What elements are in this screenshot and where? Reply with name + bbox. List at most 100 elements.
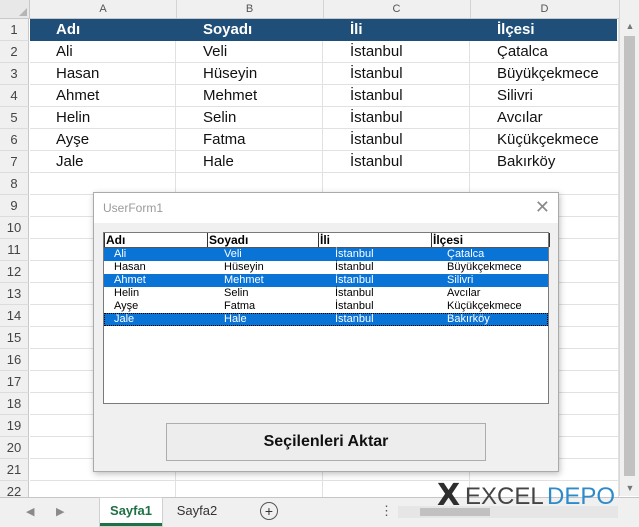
- close-icon[interactable]: ✕: [535, 197, 550, 217]
- row-header-8[interactable]: 8: [0, 173, 29, 195]
- data-cell[interactable]: Mehmet: [203, 87, 257, 104]
- cell[interactable]: [30, 41, 176, 63]
- data-cell[interactable]: İstanbul: [350, 65, 403, 82]
- listbox-row[interactable]: Helin Selin İstanbul Avcılar: [104, 287, 548, 300]
- listbox-cell: Fatma: [224, 300, 256, 312]
- row-header-7[interactable]: 7: [0, 151, 29, 173]
- row-header-6[interactable]: 6: [0, 129, 29, 151]
- row-header-5[interactable]: 5: [0, 107, 29, 129]
- cell[interactable]: [30, 107, 176, 129]
- data-cell[interactable]: İstanbul: [350, 109, 403, 126]
- row-header-18[interactable]: 18: [0, 393, 29, 415]
- data-cell[interactable]: Selin: [203, 109, 236, 126]
- listbox-cell: Bakırköy: [447, 313, 490, 325]
- data-cell[interactable]: Çatalca: [497, 43, 548, 60]
- cell[interactable]: [30, 151, 176, 173]
- plus-circle-icon[interactable]: +: [260, 502, 278, 520]
- listbox-cell: Veli: [224, 248, 242, 260]
- listbox-cell: Ayşe: [114, 300, 139, 312]
- listbox-row[interactable]: Ahmet Mehmet İstanbul Silivri: [104, 274, 548, 287]
- tab-scroll-right-icon[interactable]: ▶: [56, 505, 64, 518]
- select-all-corner[interactable]: [0, 0, 30, 18]
- listbox-row[interactable]: Ali Veli İstanbul Çatalca: [104, 248, 548, 261]
- data-cell[interactable]: İstanbul: [350, 43, 403, 60]
- cell[interactable]: [176, 41, 323, 63]
- row-header-3[interactable]: 3: [0, 63, 29, 85]
- listbox-row[interactable]: Hasan Hüseyin İstanbul Büyükçekmece: [104, 261, 548, 274]
- vertical-scrollbar[interactable]: ▲ ▼: [619, 18, 639, 496]
- listbox-cell: Selin: [224, 287, 249, 299]
- header-cell-soyadi[interactable]: Soyadı: [203, 21, 252, 38]
- row-header-12[interactable]: 12: [0, 261, 29, 283]
- listbox-cell: Hüseyin: [224, 261, 264, 273]
- userform-title: UserForm1: [103, 201, 164, 215]
- data-cell[interactable]: İstanbul: [350, 87, 403, 104]
- data-cell[interactable]: Hüseyin: [203, 65, 257, 82]
- data-cell[interactable]: Küçükçekmece: [497, 131, 599, 148]
- data-cell[interactable]: Hale: [203, 153, 234, 170]
- listbox-row[interactable]: Jale Hale İstanbul Bakırköy: [104, 313, 548, 326]
- header-cell-ili[interactable]: İli: [350, 21, 363, 38]
- tab-scroll-left-icon[interactable]: ◀: [26, 505, 34, 518]
- data-cell[interactable]: İstanbul: [350, 153, 403, 170]
- more-dots-icon[interactable]: ⋮: [380, 503, 393, 519]
- data-cell[interactable]: Ahmet: [56, 87, 99, 104]
- data-cell[interactable]: Ayşe: [56, 131, 89, 148]
- data-cell[interactable]: Bakırköy: [497, 153, 555, 170]
- data-cell[interactable]: Avcılar: [497, 109, 543, 126]
- row-header-1[interactable]: 1: [0, 19, 29, 41]
- listbox-cell: Silivri: [447, 274, 474, 286]
- cell[interactable]: [470, 85, 619, 107]
- row-header-21[interactable]: 21: [0, 459, 29, 481]
- header-cell-ilcesi[interactable]: İlçesi: [497, 21, 535, 38]
- column-header-b[interactable]: B: [176, 0, 324, 18]
- cell[interactable]: [30, 85, 176, 107]
- row-header-17[interactable]: 17: [0, 371, 29, 393]
- row-header-19[interactable]: 19: [0, 415, 29, 437]
- row-header-14[interactable]: 14: [0, 305, 29, 327]
- data-cell[interactable]: Veli: [203, 43, 227, 60]
- cell[interactable]: [176, 151, 323, 173]
- listbox-header: Adı Soyadı İli İlçesi: [104, 233, 550, 248]
- tab-sayfa2[interactable]: Sayfa2: [166, 498, 228, 523]
- header-cell-adi[interactable]: Adı: [56, 21, 80, 38]
- row-header-4[interactable]: 4: [0, 85, 29, 107]
- data-cell[interactable]: Jale: [56, 153, 84, 170]
- row-header-10[interactable]: 10: [0, 217, 29, 239]
- data-cell[interactable]: İstanbul: [350, 131, 403, 148]
- data-cell[interactable]: Hasan: [56, 65, 99, 82]
- data-cell[interactable]: Helin: [56, 109, 90, 126]
- scroll-down-arrow-icon[interactable]: ▼: [620, 480, 639, 496]
- listbox[interactable]: Adı Soyadı İli İlçesi Ali Veli İstanbul Çat…: [103, 232, 550, 404]
- row-header-16[interactable]: 16: [0, 349, 29, 371]
- logo-x-mark: X: [437, 478, 461, 513]
- listbox-row[interactable]: Ayşe Fatma İstanbul Küçükçekmece: [104, 300, 548, 313]
- row-header-11[interactable]: 11: [0, 239, 29, 261]
- cell[interactable]: [176, 107, 323, 129]
- column-header-c[interactable]: C: [323, 0, 471, 18]
- column-header-d[interactable]: D: [470, 0, 620, 18]
- tab-sayfa1[interactable]: Sayfa1: [100, 498, 162, 526]
- listbox-header-soyadi: Soyadı: [207, 233, 318, 247]
- row-header-13[interactable]: 13: [0, 283, 29, 305]
- row-header-15[interactable]: 15: [0, 327, 29, 349]
- cell[interactable]: [470, 107, 619, 129]
- aktar-button[interactable]: Seçilenleri Aktar: [166, 423, 486, 461]
- column-header-a[interactable]: A: [30, 0, 177, 18]
- vertical-scroll-thumb[interactable]: [624, 36, 635, 476]
- userform-titlebar[interactable]: UserForm1 ✕: [94, 193, 558, 223]
- cell[interactable]: [30, 129, 176, 151]
- listbox-cell: Hale: [224, 313, 247, 325]
- data-cell[interactable]: Fatma: [203, 131, 246, 148]
- data-cell[interactable]: Büyükçekmece: [497, 65, 599, 82]
- row-header-2[interactable]: 2: [0, 41, 29, 63]
- row-header-9[interactable]: 9: [0, 195, 29, 217]
- cell[interactable]: [176, 129, 323, 151]
- scroll-up-arrow-icon[interactable]: ▲: [620, 18, 639, 34]
- listbox-cell: Çatalca: [447, 248, 485, 260]
- listbox-cell: Avcılar: [447, 287, 481, 299]
- data-cell[interactable]: Ali: [56, 43, 73, 60]
- row-header-20[interactable]: 20: [0, 437, 29, 459]
- cell[interactable]: [30, 63, 176, 85]
- data-cell[interactable]: Silivri: [497, 87, 533, 104]
